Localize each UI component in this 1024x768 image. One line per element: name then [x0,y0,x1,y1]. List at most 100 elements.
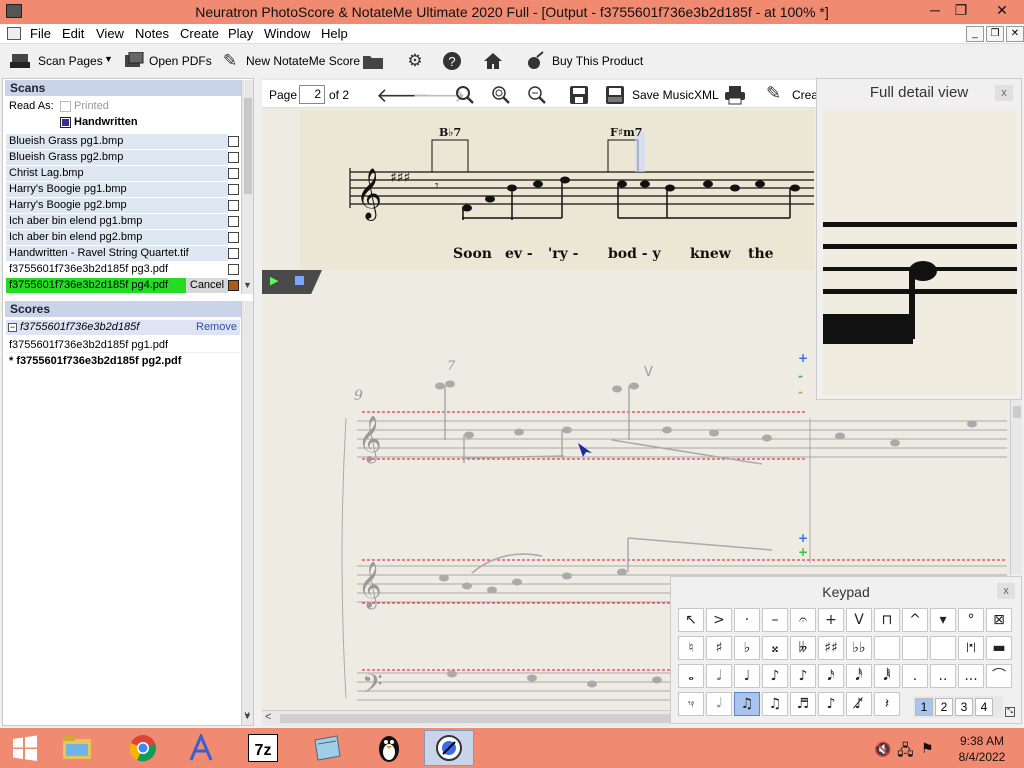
scan-item[interactable]: Ich aber bin elend pg1.bmp [6,214,228,229]
mdi-restore-button[interactable]: ❐ [986,26,1004,42]
photoscore-taskbar-icon[interactable] [424,730,474,766]
keypad-up-bow[interactable]: V [846,608,872,632]
document-icon[interactable] [7,27,21,40]
app-icon-a[interactable] [176,730,226,766]
create-button[interactable]: Crea [792,88,818,102]
folder-icon[interactable] [363,51,383,71]
keypad-quarter-flat[interactable]: ♭♭ [846,636,872,660]
score-item[interactable]: * f3755601f736e3b2d185f pg2.pdf [6,354,240,369]
keypad-multirest[interactable]: |𝄺| [958,636,984,660]
buy-product-button[interactable]: Buy This Product [552,54,643,68]
mdi-close-button[interactable]: ✕ [1006,26,1024,42]
play-icon[interactable]: ▶ [270,274,278,287]
scroll-left-icon[interactable]: < [265,711,271,723]
keypad-128th-note[interactable]: 𝅘𝅥𝅱 [874,664,900,688]
keypad-marcato[interactable]: ^ [902,608,928,632]
remove-button[interactable]: Remove [196,320,237,335]
canvas-horizontal-scrollbar[interactable]: < [262,710,670,726]
keypad-harmonic[interactable]: ° [958,608,984,632]
gear-icon[interactable]: ⚙ [405,51,425,71]
keypad-down-bow[interactable]: ⊓ [874,608,900,632]
cart-icon[interactable] [525,51,545,71]
start-icon[interactable] [0,730,50,766]
keypad-wedge[interactable]: ▾ [930,608,956,632]
notepad-icon[interactable] [302,730,352,766]
scan-pages-button[interactable]: Scan Pages [38,54,103,68]
keypad-whole-note[interactable]: 𝅝 [678,664,704,688]
keypad-quarter-sharp[interactable]: ♯♯ [818,636,844,660]
scan-item-checkbox[interactable] [228,216,239,227]
keypad-empty[interactable] [930,636,956,660]
keypad-quarter-note[interactable]: ♩ [734,664,760,688]
keypad-double-dot[interactable]: .. [930,664,956,688]
save-icon[interactable] [569,85,589,108]
keypad-sharp[interactable]: ♯ [706,636,732,660]
keypad-beam-middle[interactable]: ♫ [762,692,788,716]
cancel-button[interactable]: Cancel [186,278,228,293]
keypad-delete[interactable]: ⊠ [986,608,1012,632]
keypad-grace-note[interactable]: 𝆹𝅥 [706,692,732,716]
zoom-icon[interactable] [455,85,475,108]
penguin-icon[interactable] [364,730,414,766]
create-icon[interactable]: ✎ [766,83,781,104]
scan-item-checkbox[interactable] [228,152,239,163]
scan-item-checkbox[interactable] [228,232,239,243]
keypad-layout-3[interactable]: 3 [955,698,973,716]
page-number-input[interactable]: 2 [299,85,325,104]
keypad-whole-rest[interactable]: ▬ [986,636,1012,660]
keypad-acciaccatura[interactable]: ♪̸ [846,692,872,716]
stop-icon[interactable] [295,276,304,285]
scan-item-checkbox[interactable] [228,184,239,195]
keypad-beam-start[interactable]: ♫ [734,692,760,716]
scan-item-checkbox[interactable] [228,264,239,275]
keypad-plus[interactable]: + [818,608,844,632]
scan-item[interactable]: Handwritten - Ravel String Quartet.tif [6,246,228,261]
keypad-empty[interactable] [902,636,928,660]
volume-icon[interactable]: 🔇 [874,741,891,758]
open-pdfs-button[interactable]: Open PDFs [149,54,212,68]
keypad-fermata[interactable]: 𝄐 [790,608,816,632]
close-button[interactable]: ✕ [982,0,1022,22]
save-musicxml-icon[interactable] [605,85,625,108]
menu-file[interactable]: File [30,26,51,41]
detail-close-button[interactable]: x [995,85,1013,101]
clock-time[interactable]: 9:38 AM [952,734,1012,748]
keypad-no-beam[interactable]: ♪ [818,692,844,716]
scan-item[interactable]: f3755601f736e3b2d185f pg3.pdf [6,262,228,277]
scan-item[interactable]: Ich aber bin elend pg2.bmp [6,230,228,245]
keypad-double-sharp[interactable]: 𝄪 [762,636,788,660]
scanner-icon[interactable] [10,51,30,71]
keypad-64th-note[interactable]: 𝅘𝅥𝅰 [846,664,872,688]
scan-item[interactable]: Blueish Grass pg2.bmp [6,150,228,165]
scan-item[interactable]: Christ Lag.bmp [6,166,228,181]
network-icon[interactable]: 🖧 [897,740,914,765]
home-icon[interactable] [483,51,503,71]
keypad-quarter-rest[interactable]: 𝄽 [874,692,900,716]
scan-item-checkbox[interactable] [228,280,239,291]
scroll-down-icon[interactable]: ∨ [240,710,254,726]
zoom-in-icon[interactable] [491,85,511,108]
keypad-triple-dot[interactable]: ... [958,664,984,688]
scan-item[interactable]: Harry's Boogie pg1.bmp [6,182,228,197]
scan-item-checkbox[interactable] [228,136,239,147]
mdi-minimize-button[interactable]: _ [966,26,984,42]
new-notateme-score-button[interactable]: New NotateMe Score [246,54,360,68]
help-icon[interactable]: ? [442,51,462,71]
keypad-eighth-note[interactable]: ♪ [762,664,788,688]
menu-notes[interactable]: Notes [135,26,169,41]
7zip-icon[interactable]: 7z [238,730,288,766]
keypad-natural[interactable]: ♮ [678,636,704,660]
keypad-accent[interactable]: > [706,608,732,632]
canvas-vertical-scrollbar[interactable] [1010,400,1022,575]
restore-button[interactable]: ❐ [946,0,976,22]
scans-scrollbar[interactable]: ▼ [241,80,253,294]
keypad-empty[interactable] [874,636,900,660]
collapse-icon[interactable]: − [8,323,17,332]
scan-item[interactable]: Blueish Grass pg1.bmp [6,134,228,149]
keypad-layout-2[interactable]: 2 [935,698,953,716]
keypad-dot[interactable]: . [902,664,928,688]
keypad-32nd-note[interactable]: 𝅘𝅥𝅯 [818,664,844,688]
keypad-layout-4[interactable]: 4 [975,698,993,716]
pencil-icon[interactable]: ✎ [220,51,240,71]
menu-window[interactable]: Window [264,26,310,41]
